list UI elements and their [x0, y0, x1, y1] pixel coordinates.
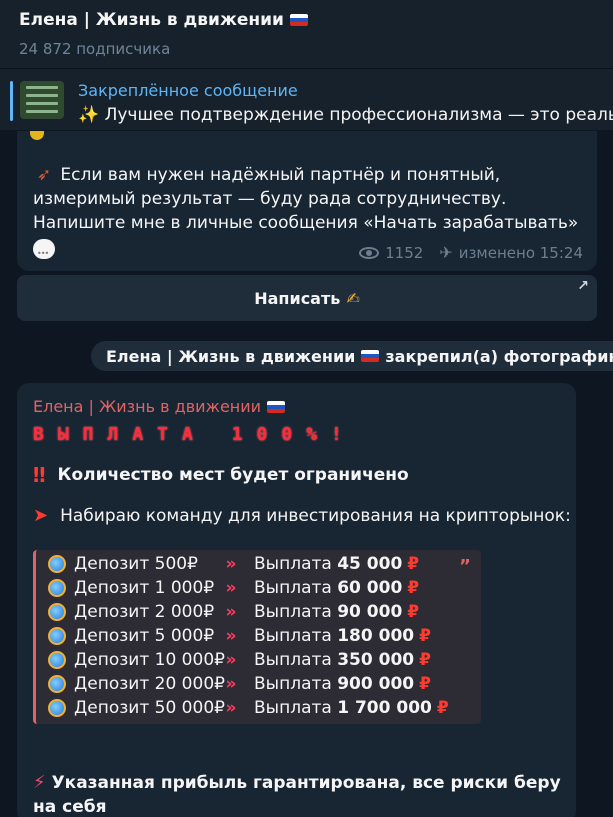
- channel-post[interactable]: ➶ Если вам нужен надёжный партнёр и поня…: [17, 131, 597, 271]
- ruble-icon: ₽: [407, 578, 420, 598]
- deposit-row: Депозит 1 000₽ » Выплата 60 000 ₽: [48, 576, 481, 600]
- pin-icon: ✈: [439, 243, 453, 262]
- payout-amount: Выплата 45 000: [254, 554, 403, 574]
- deposit-amount: Депозит 1 000₽: [74, 578, 215, 598]
- coin-globe-icon: [48, 603, 66, 621]
- coin-globe-icon: [48, 579, 66, 597]
- deposit-amount: Депозит 20 000₽: [74, 674, 225, 694]
- ruble-icon: ₽: [407, 602, 420, 622]
- deposit-amount: Депозит 10 000₽: [74, 650, 225, 670]
- payout-amount: Выплата 900 000: [254, 674, 415, 694]
- photo-post[interactable]: Елена | Жизнь в движении ВЫПЛАТА 100%! ‼…: [17, 383, 576, 817]
- ruble-icon: ₽: [436, 698, 449, 718]
- payout-amount: Выплата 350 000: [254, 650, 415, 670]
- pinned-preview: ✨ Лучшее подтверждение профессионализма …: [78, 105, 613, 125]
- double-arrow-icon: »: [225, 578, 237, 598]
- guarantee-line: ⚡ Указанная прибыль гарантирована, все р…: [33, 772, 561, 817]
- double-arrow-icon: »: [225, 674, 237, 694]
- coin-globe-icon: [48, 699, 66, 717]
- double-arrow-icon: »: [225, 554, 237, 574]
- double-arrow-icon: »: [225, 626, 237, 646]
- deposit-row: Депозит 2 000₽ » Выплата 90 000 ₽: [48, 600, 481, 624]
- write-button[interactable]: Написать ✍ ↗: [17, 275, 597, 321]
- writing-hand-icon: ✍: [346, 288, 360, 308]
- payout-banner: ВЫПЛАТА 100%!: [33, 424, 356, 445]
- post-author[interactable]: Елена | Жизнь в движении: [33, 397, 576, 416]
- coin-globe-icon: [48, 627, 66, 645]
- double-arrow-icon: »: [225, 650, 237, 670]
- rocket-icon: ➶: [36, 165, 52, 185]
- post-line-1: ➶ Если вам нужен надёжный партнёр и поня…: [33, 163, 597, 187]
- channel-title-row: Елена | Жизнь в движении: [19, 10, 613, 30]
- coin-globe-icon: [48, 675, 66, 693]
- ruble-icon: ₽: [419, 650, 431, 670]
- deposit-quote: ” Депозит 500₽» Выплата 45 000 ₽ Депозит 1 …: [33, 550, 481, 724]
- views-count: 1152: [385, 244, 424, 262]
- post-line-3: Напишите мне в личные сообщения «Начать …: [33, 213, 579, 233]
- edited-time: изменено 15:24: [458, 244, 583, 262]
- lightning-icon: ⚡: [33, 772, 46, 793]
- write-button-label: Написать: [254, 288, 341, 308]
- ruble-icon: ₽: [419, 674, 431, 694]
- service-action: закрепил(а) фотографию: [385, 346, 613, 366]
- pinned-thumbnail: [20, 81, 64, 119]
- deposit-amount: Депозит 50 000₽: [74, 698, 225, 718]
- deposit-amount: Депозит 5 000₽: [74, 626, 215, 646]
- post-line-2: измеримый результат — буду рада сотрудни…: [33, 189, 507, 209]
- coin-globe-icon: [48, 651, 66, 669]
- deposit-row: Депозит 500₽ » Выплата 45 000 ₽: [48, 552, 481, 576]
- coin-globe-icon: [48, 555, 66, 573]
- limited-places-line: ‼ Количество мест будет ограничено: [33, 463, 409, 487]
- double-arrow-icon: »: [225, 698, 237, 718]
- russia-flag-icon: [361, 350, 380, 362]
- ruble-icon: ₽: [419, 626, 431, 646]
- views-icon: [359, 247, 380, 259]
- russia-flag-icon: [289, 14, 308, 26]
- payout-amount: Выплата 60 000: [254, 578, 403, 598]
- deposit-row: Депозит 20 000₽» Выплата 900 000 ₽: [48, 672, 481, 696]
- payout-amount: Выплата 180 000: [254, 626, 415, 646]
- speech-bubble-icon: [33, 239, 55, 266]
- double-arrow-icon: »: [225, 602, 237, 622]
- deposit-amount: Депозит 2 000₽: [74, 602, 215, 622]
- deposit-row: Депозит 5 000₽ » Выплата 180 000 ₽: [48, 624, 481, 648]
- payout-amount: Выплата 90 000: [254, 602, 403, 622]
- external-link-icon: ↗: [577, 278, 589, 294]
- arrow-right-icon: ➤: [33, 505, 49, 526]
- subscriber-count: 24 872 подписчика: [19, 40, 171, 58]
- post-meta: 1152 ✈ изменено 15:24: [359, 241, 583, 265]
- team-line: ➤ Набираю команду для инвестирования на …: [33, 505, 571, 526]
- quote-icon: ”: [459, 556, 471, 577]
- deposit-row: Депозит 10 000₽» Выплата 350 000 ₽: [48, 648, 481, 672]
- service-author: Елена | Жизнь в движении: [106, 346, 356, 366]
- double-exclamation-icon: ‼: [33, 463, 46, 487]
- pinned-message-bar[interactable]: Закреплённое сообщение ✨ Лучшее подтверж…: [0, 68, 613, 130]
- pinned-title: Закреплённое сообщение: [78, 81, 298, 100]
- pinned-accent-bar: [10, 81, 13, 121]
- channel-title: Елена | Жизнь в движении: [19, 10, 284, 30]
- payout-amount: Выплата 1 700 000: [254, 698, 432, 718]
- deposit-row: Депозит 50 000₽» Выплата 1 700 000 ₽: [48, 696, 481, 720]
- chat-header[interactable]: Елена | Жизнь в движении 24 872 подписчи…: [0, 0, 613, 68]
- russia-flag-icon: [267, 400, 286, 413]
- deposit-amount: Депозит 500₽: [74, 554, 198, 574]
- ruble-icon: ₽: [407, 554, 420, 574]
- service-message[interactable]: Елена | Жизнь в движении закрепил(а) фот…: [91, 341, 613, 371]
